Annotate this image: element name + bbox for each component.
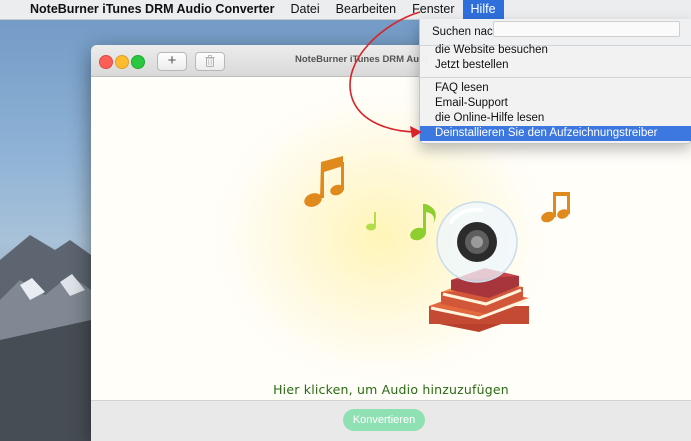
menu-item-uninstall-driver[interactable]: Deinstallieren Sie den Aufzeichnungstrei…: [420, 126, 691, 141]
menu-item-email-support[interactable]: Email-Support: [420, 96, 691, 111]
menu-bar: NoteBurner iTunes DRM Audio Converter Da…: [0, 0, 691, 20]
menu-item-visit-website[interactable]: die Website besuchen: [420, 43, 691, 58]
menu-app-name[interactable]: NoteBurner iTunes DRM Audio Converter: [26, 0, 282, 19]
menu-item-online-help[interactable]: die Online-Hilfe lesen: [420, 111, 691, 126]
bottom-toolbar: Konvertieren: [91, 400, 691, 441]
music-note-icon: [541, 192, 570, 223]
delete-button[interactable]: [195, 52, 225, 71]
help-search-row: Suchen nach: [432, 22, 499, 42]
add-audio-button[interactable]: +: [157, 52, 187, 71]
menu-separator: [420, 77, 691, 78]
menu-hilfe[interactable]: Hilfe: [462, 0, 504, 19]
audio-books-illustration: [304, 156, 570, 332]
menu-item-faq[interactable]: FAQ lesen: [420, 81, 691, 96]
menu-item-order-now[interactable]: Jetzt bestellen: [420, 58, 691, 73]
music-note-icon: [366, 212, 376, 231]
zoom-window-button[interactable]: [131, 55, 145, 69]
add-audio-hint[interactable]: Hier klicken, um Audio hinzuzufügen: [91, 382, 691, 397]
help-search-input[interactable]: [493, 21, 680, 37]
help-search-label: Suchen nach: [432, 26, 500, 38]
music-note-icon: [304, 156, 344, 207]
trash-icon: [205, 55, 215, 67]
menu-datei[interactable]: Datei: [282, 0, 327, 19]
menu-fenster[interactable]: Fenster: [404, 0, 462, 19]
music-note-icon: [410, 204, 436, 241]
speaker-icon: [436, 201, 518, 283]
close-window-button[interactable]: [99, 55, 113, 69]
window-title: NoteBurner iTunes DRM Audi: [295, 54, 428, 65]
menu-bearbeiten[interactable]: Bearbeiten: [328, 0, 404, 19]
convert-button[interactable]: Konvertieren: [343, 409, 425, 431]
help-menu-dropdown: Suchen nach die Website besuchen Jetzt b…: [419, 19, 691, 144]
minimize-window-button[interactable]: [115, 55, 129, 69]
